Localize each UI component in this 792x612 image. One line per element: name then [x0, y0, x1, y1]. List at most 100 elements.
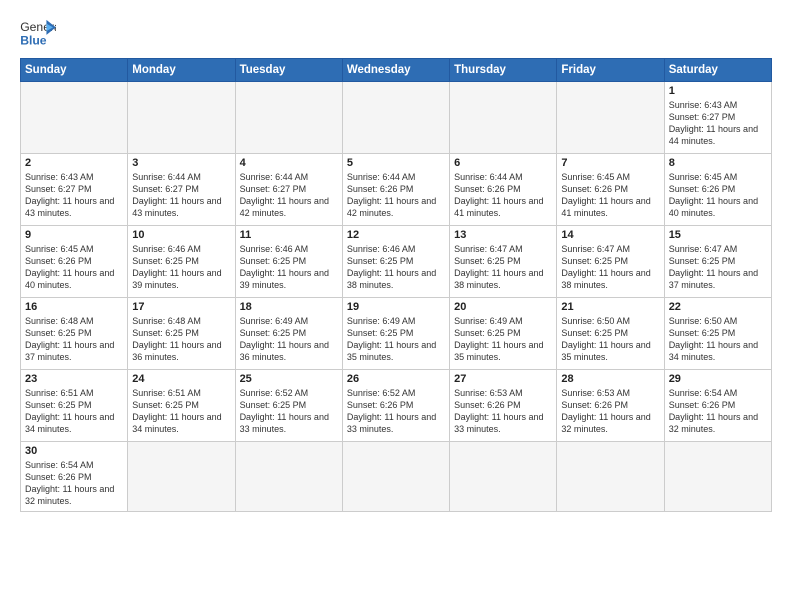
day-number: 18	[240, 301, 338, 313]
day-number: 3	[132, 157, 230, 169]
calendar-cell	[128, 82, 235, 154]
weekday-header-sunday: Sunday	[21, 59, 128, 82]
calendar-cell: 5Sunrise: 6:44 AM Sunset: 6:26 PM Daylig…	[342, 154, 449, 226]
calendar-cell: 18 Sunrise: 6:49 AM Sunset: 6:25 PM Dayli…	[235, 298, 342, 370]
weekday-header-thursday: Thursday	[450, 59, 557, 82]
calendar-cell: 7 Sunrise: 6:45 AM Sunset: 6:26 PM Daylig…	[557, 154, 664, 226]
day-info: Sunrise: 6:49 AM Sunset: 6:25 PM Dayligh…	[347, 315, 445, 364]
day-number: 30	[25, 445, 123, 457]
calendar-cell: 1Sunrise: 6:43 AM Sunset: 6:27 PM Daylig…	[664, 82, 771, 154]
day-number: 24	[132, 373, 230, 385]
calendar-cell: 22Sunrise: 6:50 AM Sunset: 6:25 PM Dayli…	[664, 298, 771, 370]
day-info: Sunrise: 6:44 AM Sunset: 6:27 PM Dayligh…	[132, 171, 230, 220]
calendar-cell	[235, 442, 342, 512]
calendar-cell	[664, 442, 771, 512]
day-number: 9	[25, 229, 123, 241]
calendar-cell: 14 Sunrise: 6:47 AM Sunset: 6:25 PM Dayli…	[557, 226, 664, 298]
week-row-4: 16 Sunrise: 6:48 AM Sunset: 6:25 PM Dayli…	[21, 298, 772, 370]
week-row-2: 2 Sunrise: 6:43 AM Sunset: 6:27 PM Daylig…	[21, 154, 772, 226]
calendar-cell: 29 Sunrise: 6:54 AM Sunset: 6:26 PM Dayli…	[664, 370, 771, 442]
day-number: 19	[347, 301, 445, 313]
calendar-cell: 12Sunrise: 6:46 AM Sunset: 6:25 PM Dayli…	[342, 226, 449, 298]
weekday-header-row: SundayMondayTuesdayWednesdayThursdayFrid…	[21, 59, 772, 82]
day-info: Sunrise: 6:53 AM Sunset: 6:26 PM Dayligh…	[561, 387, 659, 436]
calendar-cell: 21 Sunrise: 6:50 AM Sunset: 6:25 PM Dayli…	[557, 298, 664, 370]
calendar-cell: 15 Sunrise: 6:47 AM Sunset: 6:25 PM Dayli…	[664, 226, 771, 298]
calendar-cell: 19 Sunrise: 6:49 AM Sunset: 6:25 PM Dayli…	[342, 298, 449, 370]
day-number: 20	[454, 301, 552, 313]
day-info: Sunrise: 6:52 AM Sunset: 6:25 PM Dayligh…	[240, 387, 338, 436]
calendar-cell: 11Sunrise: 6:46 AM Sunset: 6:25 PM Dayli…	[235, 226, 342, 298]
week-row-3: 9Sunrise: 6:45 AM Sunset: 6:26 PM Daylig…	[21, 226, 772, 298]
day-number: 16	[25, 301, 123, 313]
day-number: 8	[669, 157, 767, 169]
calendar-cell: 30 Sunrise: 6:54 AM Sunset: 6:26 PM Dayli…	[21, 442, 128, 512]
day-info: Sunrise: 6:49 AM Sunset: 6:25 PM Dayligh…	[240, 315, 338, 364]
calendar-cell: 9Sunrise: 6:45 AM Sunset: 6:26 PM Daylig…	[21, 226, 128, 298]
day-info: Sunrise: 6:43 AM Sunset: 6:27 PM Dayligh…	[25, 171, 123, 220]
day-info: Sunrise: 6:51 AM Sunset: 6:25 PM Dayligh…	[132, 387, 230, 436]
day-info: Sunrise: 6:47 AM Sunset: 6:25 PM Dayligh…	[561, 243, 659, 292]
calendar-cell: 28Sunrise: 6:53 AM Sunset: 6:26 PM Dayli…	[557, 370, 664, 442]
day-info: Sunrise: 6:45 AM Sunset: 6:26 PM Dayligh…	[669, 171, 767, 220]
calendar-cell: 6Sunrise: 6:44 AM Sunset: 6:26 PM Daylig…	[450, 154, 557, 226]
calendar-cell: 2 Sunrise: 6:43 AM Sunset: 6:27 PM Daylig…	[21, 154, 128, 226]
day-number: 26	[347, 373, 445, 385]
calendar-cell: 26Sunrise: 6:52 AM Sunset: 6:26 PM Dayli…	[342, 370, 449, 442]
day-info: Sunrise: 6:48 AM Sunset: 6:25 PM Dayligh…	[132, 315, 230, 364]
day-number: 1	[669, 85, 767, 97]
calendar-cell	[342, 442, 449, 512]
day-info: Sunrise: 6:54 AM Sunset: 6:26 PM Dayligh…	[669, 387, 767, 436]
day-number: 29	[669, 373, 767, 385]
day-number: 7	[561, 157, 659, 169]
header: General Blue	[20, 18, 772, 48]
day-number: 14	[561, 229, 659, 241]
calendar-cell	[128, 442, 235, 512]
calendar-cell	[557, 442, 664, 512]
calendar-cell: 27 Sunrise: 6:53 AM Sunset: 6:26 PM Dayli…	[450, 370, 557, 442]
day-number: 21	[561, 301, 659, 313]
calendar-cell: 17Sunrise: 6:48 AM Sunset: 6:25 PM Dayli…	[128, 298, 235, 370]
calendar-cell: 10 Sunrise: 6:46 AM Sunset: 6:25 PM Dayli…	[128, 226, 235, 298]
day-info: Sunrise: 6:45 AM Sunset: 6:26 PM Dayligh…	[561, 171, 659, 220]
day-info: Sunrise: 6:47 AM Sunset: 6:25 PM Dayligh…	[454, 243, 552, 292]
calendar-cell: 25 Sunrise: 6:52 AM Sunset: 6:25 PM Dayli…	[235, 370, 342, 442]
calendar-cell: 20Sunrise: 6:49 AM Sunset: 6:25 PM Dayli…	[450, 298, 557, 370]
calendar-cell	[21, 82, 128, 154]
day-info: Sunrise: 6:47 AM Sunset: 6:25 PM Dayligh…	[669, 243, 767, 292]
weekday-header-friday: Friday	[557, 59, 664, 82]
calendar-cell	[450, 442, 557, 512]
calendar-cell: 4 Sunrise: 6:44 AM Sunset: 6:27 PM Daylig…	[235, 154, 342, 226]
calendar-cell: 16Sunrise: 6:48 AM Sunset: 6:25 PM Dayli…	[21, 298, 128, 370]
day-info: Sunrise: 6:44 AM Sunset: 6:27 PM Dayligh…	[240, 171, 338, 220]
day-number: 25	[240, 373, 338, 385]
calendar-cell	[450, 82, 557, 154]
day-info: Sunrise: 6:50 AM Sunset: 6:25 PM Dayligh…	[561, 315, 659, 364]
calendar-cell	[342, 82, 449, 154]
calendar-cell: 23Sunrise: 6:51 AM Sunset: 6:25 PM Dayli…	[21, 370, 128, 442]
weekday-header-monday: Monday	[128, 59, 235, 82]
day-info: Sunrise: 6:50 AM Sunset: 6:25 PM Dayligh…	[669, 315, 767, 364]
day-info: Sunrise: 6:53 AM Sunset: 6:26 PM Dayligh…	[454, 387, 552, 436]
day-info: Sunrise: 6:54 AM Sunset: 6:26 PM Dayligh…	[25, 459, 123, 508]
day-number: 5	[347, 157, 445, 169]
week-row-1: 1Sunrise: 6:43 AM Sunset: 6:27 PM Daylig…	[21, 82, 772, 154]
weekday-header-tuesday: Tuesday	[235, 59, 342, 82]
day-number: 23	[25, 373, 123, 385]
day-info: Sunrise: 6:46 AM Sunset: 6:25 PM Dayligh…	[240, 243, 338, 292]
day-number: 10	[132, 229, 230, 241]
day-number: 4	[240, 157, 338, 169]
day-number: 27	[454, 373, 552, 385]
weekday-header-saturday: Saturday	[664, 59, 771, 82]
calendar: SundayMondayTuesdayWednesdayThursdayFrid…	[20, 58, 772, 512]
day-number: 2	[25, 157, 123, 169]
day-number: 13	[454, 229, 552, 241]
day-number: 12	[347, 229, 445, 241]
calendar-cell: 24 Sunrise: 6:51 AM Sunset: 6:25 PM Dayli…	[128, 370, 235, 442]
page: General Blue SundayMondayTuesdayWednesda…	[0, 0, 792, 612]
day-number: 15	[669, 229, 767, 241]
calendar-cell	[557, 82, 664, 154]
day-info: Sunrise: 6:46 AM Sunset: 6:25 PM Dayligh…	[132, 243, 230, 292]
week-row-5: 23 Sunrise: 6:51 AM Sunset: 6:25 PM Dayli…	[21, 370, 772, 442]
logo: General Blue	[20, 18, 56, 48]
